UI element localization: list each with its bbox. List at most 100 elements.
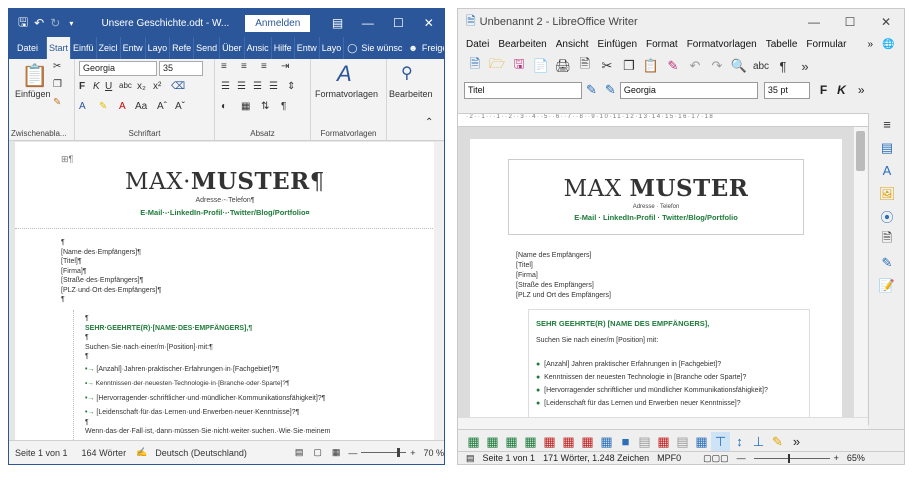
navigator-icon[interactable]: ⦿ — [869, 205, 904, 228]
search-icon[interactable]: ⚲ — [401, 63, 413, 83]
style-inspector-icon[interactable]: ✎ — [869, 251, 904, 274]
insert-rows-above-icon[interactable]: ▦ — [483, 432, 502, 451]
highlight-icon[interactable]: ✎ — [99, 101, 107, 112]
shrink-font-icon[interactable]: Aˇ — [175, 101, 185, 112]
indent-icon[interactable]: ⇥ — [281, 61, 289, 72]
new-document-icon[interactable]: 🗎 — [464, 55, 486, 77]
styles-icon[interactable]: A — [869, 159, 904, 182]
menu-format[interactable]: Format — [646, 39, 678, 50]
copy-icon[interactable]: ❐ — [618, 58, 640, 74]
split-cells-icon[interactable]: ▦ — [654, 432, 673, 451]
menu-bearbeiten[interactable]: Bearbeiten — [498, 39, 546, 50]
view-layout-icon[interactable]: ▢▢▢ — [703, 453, 729, 464]
zoom-level[interactable]: 65% — [847, 453, 865, 463]
export-pdf-icon[interactable]: 📄 — [530, 58, 552, 74]
web-layout-icon[interactable]: ▦ — [332, 447, 341, 458]
page-icon[interactable]: 🗎 — [869, 228, 904, 251]
clone-format-icon[interactable]: ✎ — [662, 58, 684, 74]
menu-ansicht[interactable]: Ansicht — [556, 39, 589, 50]
share-button[interactable]: Freigeb — [420, 37, 444, 59]
close-button[interactable]: ✕ — [414, 9, 444, 37]
zoom-out-icon[interactable]: — — [737, 453, 746, 463]
toolbar-overflow-icon[interactable]: » — [794, 59, 816, 74]
undo-icon[interactable]: ↶ — [31, 14, 47, 32]
change-case-icon[interactable]: Aa — [135, 101, 147, 112]
paragraph-style-select[interactable]: Titel — [464, 81, 582, 99]
zoom-slider-thumb[interactable] — [787, 453, 790, 463]
align-left-icon[interactable]: ☰ — [221, 81, 230, 92]
proofing-icon[interactable]: ✍ — [136, 447, 147, 458]
italic-icon[interactable]: K — [93, 81, 100, 92]
document-page[interactable]: MAX MUSTER Adresse · Telefon E-Mail · Li… — [470, 139, 842, 417]
superscript-icon[interactable]: x² — [153, 81, 161, 92]
strikethrough-icon[interactable]: abc — [119, 81, 132, 90]
styles-button[interactable]: Formatvorlagen — [315, 89, 378, 99]
tab-hilfe[interactable]: Hilfe — [272, 37, 295, 59]
tab-ansicht[interactable]: Ansic — [245, 37, 272, 59]
merge-cells-icon[interactable]: ▤ — [635, 432, 654, 451]
menu-formatvorlagen[interactable]: Formatvorlagen — [687, 39, 757, 50]
minimize-button[interactable]: — — [796, 15, 832, 29]
zoom-in-icon[interactable]: + — [834, 453, 839, 463]
customize-qat-icon[interactable]: ▾ — [63, 14, 79, 32]
globe-icon[interactable]: 🌐 — [882, 39, 894, 50]
vertical-scrollbar[interactable] — [853, 127, 867, 417]
tab-entwurf-2[interactable]: Entw — [295, 37, 320, 59]
table-cell-color-icon[interactable]: ✎ — [768, 432, 787, 451]
open-folder-icon[interactable]: 🗁 — [486, 55, 508, 77]
undo-icon[interactable]: ↶ — [684, 58, 706, 74]
update-style-icon[interactable]: ✎ — [586, 82, 597, 98]
word-count[interactable]: 171 Wörter, 1.248 Zeichen — [543, 453, 649, 463]
print-layout-icon[interactable]: ▢ — [313, 447, 322, 458]
insert-table-icon[interactable]: ▦ — [464, 432, 483, 451]
tell-me-input[interactable]: Sie wünsc — [359, 37, 404, 59]
text-effects-icon[interactable]: A — [79, 101, 86, 112]
save-icon[interactable]: 🖫 — [508, 55, 530, 77]
clear-format-icon[interactable]: ⌫ — [171, 81, 185, 92]
sort-icon[interactable]: ⇅ — [261, 101, 269, 112]
font-name-select[interactable]: Georgia — [79, 61, 157, 76]
zoom-level[interactable]: 70 % — [423, 448, 444, 458]
maximize-button[interactable]: ☐ — [383, 9, 413, 37]
tab-layout[interactable]: Layo — [146, 37, 171, 59]
select-table-icon[interactable]: ▦ — [597, 432, 616, 451]
manage-changes-icon[interactable]: 📝 — [869, 274, 904, 297]
copy-icon[interactable]: ❐ — [53, 79, 62, 90]
split-table-icon[interactable]: ▤ — [673, 432, 692, 451]
align-right-icon[interactable]: ☰ — [253, 81, 262, 92]
zoom-out-icon[interactable]: — — [348, 448, 357, 458]
editing-button[interactable]: Bearbeiten — [389, 89, 433, 99]
redo-icon[interactable]: ↻ — [47, 14, 63, 32]
align-bottom-icon[interactable]: ⊥ — [749, 432, 768, 451]
zoom-in-icon[interactable]: + — [410, 448, 415, 458]
horizontal-scrollbar[interactable] — [458, 417, 868, 429]
menu-overflow-icon[interactable]: » — [867, 39, 873, 50]
zoom-slider[interactable] — [753, 453, 830, 463]
read-mode-icon[interactable]: ▤ — [295, 447, 304, 458]
new-style-icon[interactable]: ✎ — [605, 82, 616, 98]
lightbulb-icon[interactable]: ◯ — [344, 37, 359, 59]
properties-icon[interactable]: ▤ — [869, 136, 904, 159]
align-center-icon[interactable]: ☰ — [237, 81, 246, 92]
close-button[interactable]: ✕ — [868, 15, 904, 29]
share-icon[interactable]: ☻ — [404, 37, 419, 59]
menu-datei[interactable]: Datei — [466, 39, 489, 50]
shading-icon[interactable]: ◐ — [221, 101, 227, 112]
tab-entwurf[interactable]: Entw — [121, 37, 146, 59]
horizontal-ruler[interactable]: ·2··1···1··2··3··4··5··6··7··8··9·10·11·… — [458, 113, 868, 127]
justify-icon[interactable]: ☰ — [269, 81, 278, 92]
cut-icon[interactable]: ✂ — [53, 61, 61, 72]
insert-columns-icon[interactable]: ▦ — [521, 432, 540, 451]
tab-zeichnen[interactable]: Zeicl — [97, 37, 121, 59]
delete-rows-icon[interactable]: ▦ — [559, 432, 578, 451]
font-name-select[interactable]: Georgia — [619, 81, 758, 99]
vertical-scrollbar[interactable] — [434, 142, 444, 442]
tab-datei[interactable]: Datei — [9, 37, 48, 59]
zoom-slider[interactable] — [361, 448, 407, 457]
styles-icon[interactable]: A — [337, 61, 352, 87]
italic-icon[interactable]: K — [837, 83, 846, 97]
maximize-button[interactable]: ☐ — [832, 15, 868, 29]
page-count[interactable]: Seite 1 von 1 — [15, 448, 68, 458]
center-vertically-icon[interactable]: ↕ — [730, 432, 749, 451]
subscript-icon[interactable]: x₂ — [137, 81, 146, 92]
